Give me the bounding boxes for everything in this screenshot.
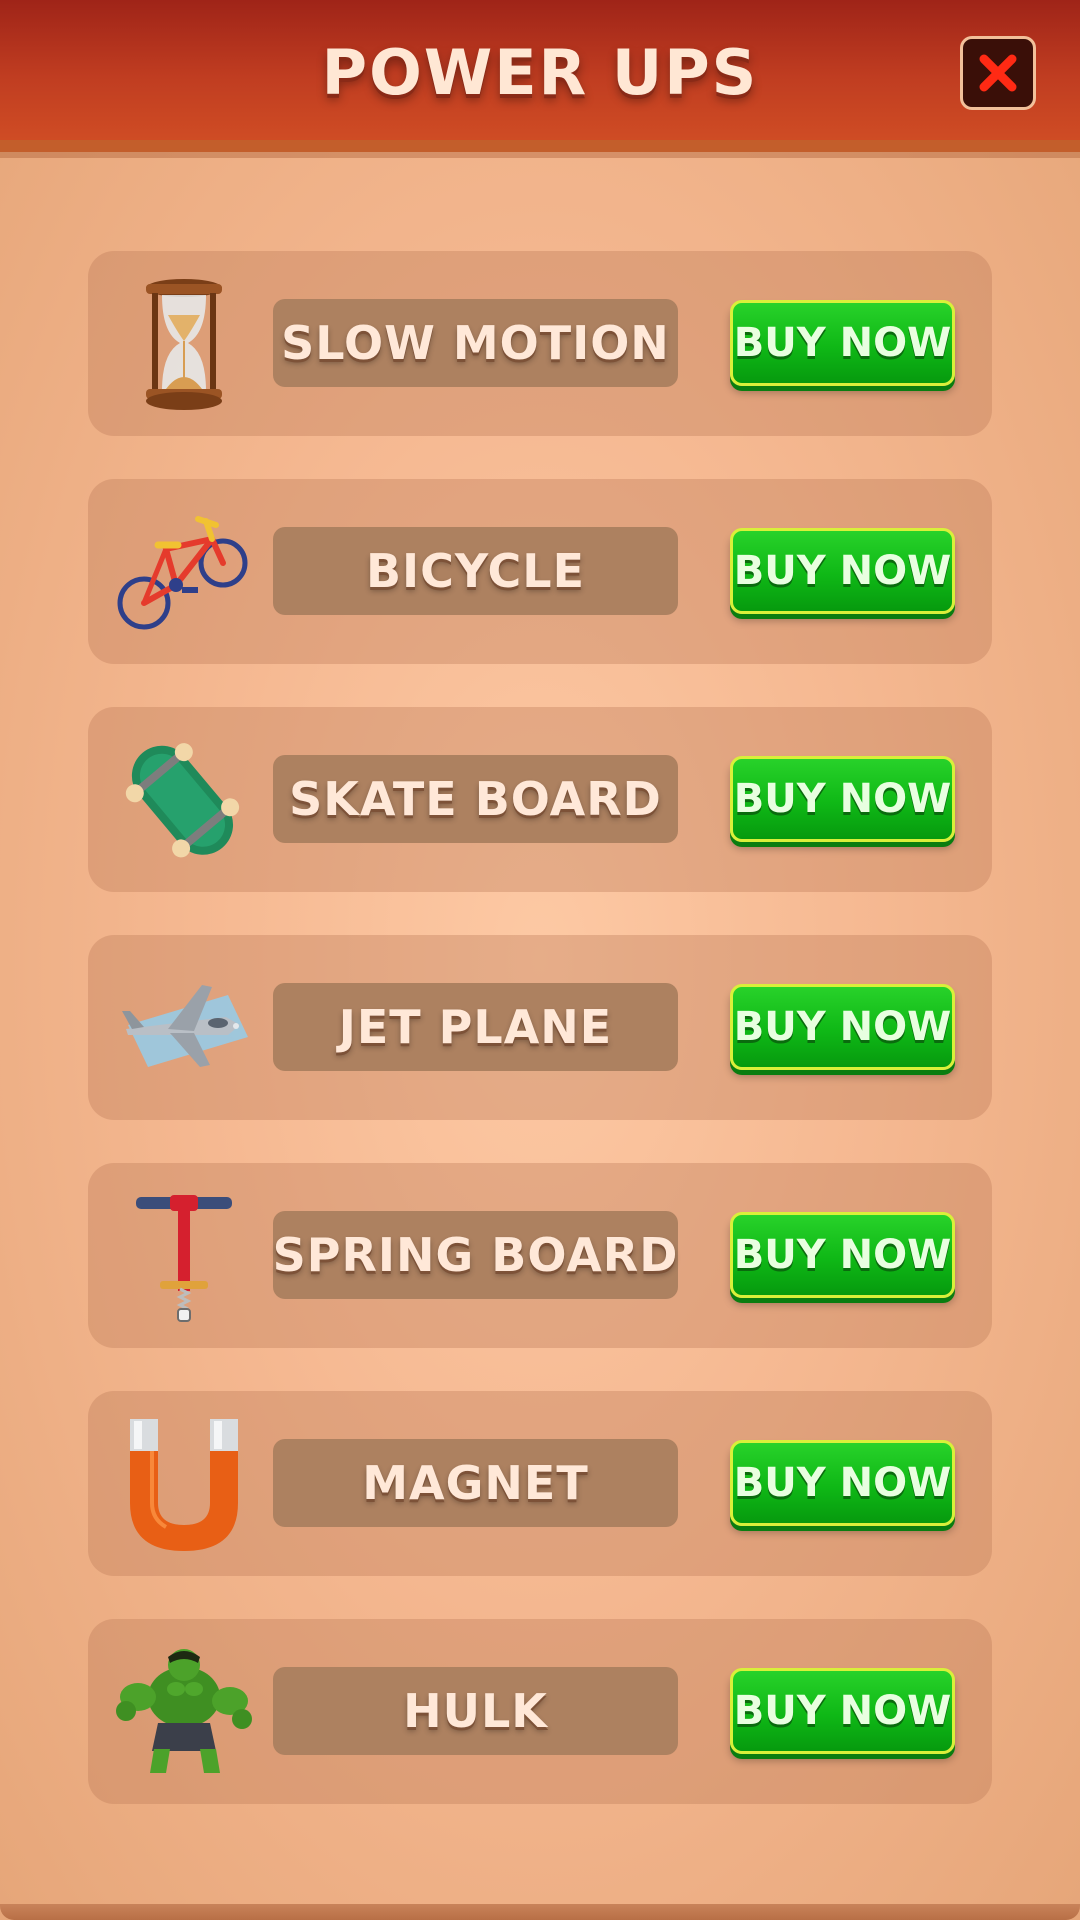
buy-now-button-bicycle[interactable]: BUY NOW [730,528,955,614]
bicycle-icon [108,499,260,644]
magnet-icon [108,1411,260,1556]
skateboard-icon [108,727,260,872]
power-up-name: JET PLANE [273,983,678,1071]
buy-now-button-slow-motion[interactable]: BUY NOW [730,300,955,386]
power-up-row-jet-plane: JET PLANE BUY NOW [88,935,992,1120]
power-up-name: SPRING BOARD [273,1211,678,1299]
buy-now-button-hulk[interactable]: BUY NOW [730,1668,955,1754]
jet-plane-icon [108,955,260,1100]
power-up-list: SLOW MOTION BUY NOW BICYCLE BUY NOW SKAT… [88,251,992,1847]
power-up-name: SLOW MOTION [273,299,678,387]
power-up-row-bicycle: BICYCLE BUY NOW [88,479,992,664]
close-icon [979,54,1017,92]
buy-now-button-spring-board[interactable]: BUY NOW [730,1212,955,1298]
page-title: POWER UPS [321,36,759,109]
hourglass-icon [108,271,260,416]
power-up-row-skate-board: SKATE BOARD BUY NOW [88,707,992,892]
power-ups-screen: POWER UPS SLOW MOTION BUY NOW BICYCLE BU… [0,0,1080,1920]
header-bar: POWER UPS [0,0,1080,152]
pogo-stick-icon [108,1183,260,1328]
power-up-row-slow-motion: SLOW MOTION BUY NOW [88,251,992,436]
power-up-row-spring-board: SPRING BOARD BUY NOW [88,1163,992,1348]
hulk-icon [108,1639,260,1784]
power-up-row-hulk: HULK BUY NOW [88,1619,992,1804]
power-up-name: SKATE BOARD [273,755,678,843]
buy-now-button-jet-plane[interactable]: BUY NOW [730,984,955,1070]
power-up-name: MAGNET [273,1439,678,1527]
buy-now-button-magnet[interactable]: BUY NOW [730,1440,955,1526]
power-up-name: BICYCLE [273,527,678,615]
power-up-row-magnet: MAGNET BUY NOW [88,1391,992,1576]
power-up-name: HULK [273,1667,678,1755]
buy-now-button-skate-board[interactable]: BUY NOW [730,756,955,842]
close-button[interactable] [960,36,1036,110]
